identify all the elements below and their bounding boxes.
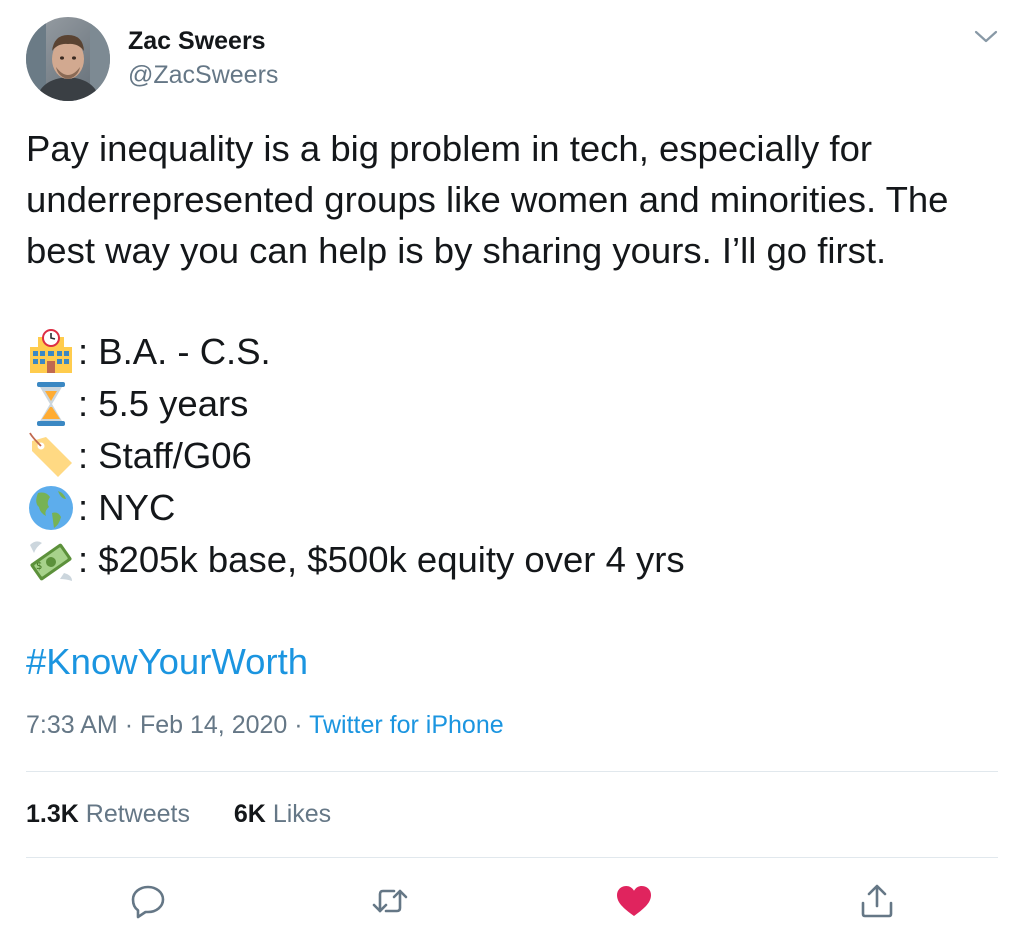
divider <box>26 771 998 772</box>
tweet-time[interactable]: 7:33 AM <box>26 711 118 739</box>
tweet-text: Pay inequality is a big problem in tech,… <box>26 123 1011 276</box>
tweet-text-line: underrepresented groups like women and m… <box>26 179 949 220</box>
retweets-label: Retweets <box>85 800 190 828</box>
hourglass-icon <box>26 379 76 429</box>
avatar[interactable] <box>26 17 110 101</box>
retweets-stat[interactable]: 1.3K Retweets <box>26 800 197 828</box>
reply-icon <box>128 881 168 921</box>
tweet-date[interactable]: Feb 14, 2020 <box>140 711 287 739</box>
author-name[interactable]: Zac Sweers <box>128 27 266 56</box>
heart-filled-icon <box>614 881 654 921</box>
tweet-text-line: best way you can help is by sharing your… <box>26 230 887 271</box>
retweets-count: 1.3K <box>26 800 79 828</box>
tweet-card: Zac Sweers @ZacSweers Pay inequality is … <box>0 0 1024 941</box>
fact-text: : NYC <box>78 486 176 528</box>
likes-stat[interactable]: 6K Likes <box>234 800 331 828</box>
fact-experience: : 5.5 years <box>26 378 248 429</box>
school-building-icon <box>26 327 76 377</box>
share-icon <box>857 881 897 921</box>
tweet-source-link[interactable]: Twitter for iPhone <box>309 711 504 739</box>
fact-compensation: $ : $205k base, $500k equity over 4 yrs <box>26 534 685 585</box>
meta-separator: · <box>124 711 134 739</box>
fact-text: : $205k base, $500k equity over 4 yrs <box>78 538 685 580</box>
share-button[interactable] <box>857 881 897 921</box>
retweet-icon <box>370 881 410 921</box>
retweet-button[interactable] <box>370 881 410 921</box>
likes-label: Likes <box>272 800 332 828</box>
globe-americas-icon <box>26 483 76 533</box>
tweet-meta: 7:33 AM · Feb 14, 2020 · Twitter for iPh… <box>26 711 504 740</box>
chevron-down-icon[interactable] <box>972 26 1000 48</box>
engagement-stats: 1.3K Retweets 6K Likes <box>26 800 331 829</box>
divider <box>26 857 998 858</box>
fact-level: : Staff/G06 <box>26 430 252 481</box>
fact-text: : B.A. - C.S. <box>78 330 271 372</box>
hashtag-link[interactable]: #KnowYourWorth <box>26 636 308 687</box>
tweet-text-line: Pay inequality is a big problem in tech,… <box>26 128 873 169</box>
like-button[interactable] <box>614 881 654 921</box>
meta-separator: · <box>294 711 303 739</box>
fact-text: : 5.5 years <box>78 382 249 424</box>
reply-button[interactable] <box>128 881 168 921</box>
author-handle[interactable]: @ZacSweers <box>128 61 278 90</box>
likes-count: 6K <box>233 800 266 828</box>
fact-text: : Staff/G06 <box>78 434 252 476</box>
price-tag-icon <box>26 431 76 481</box>
svg-text:$: $ <box>36 561 42 572</box>
fact-location: : NYC <box>26 482 175 533</box>
money-with-wings-icon: $ <box>26 535 76 585</box>
fact-education: : B.A. - C.S. <box>26 326 271 377</box>
